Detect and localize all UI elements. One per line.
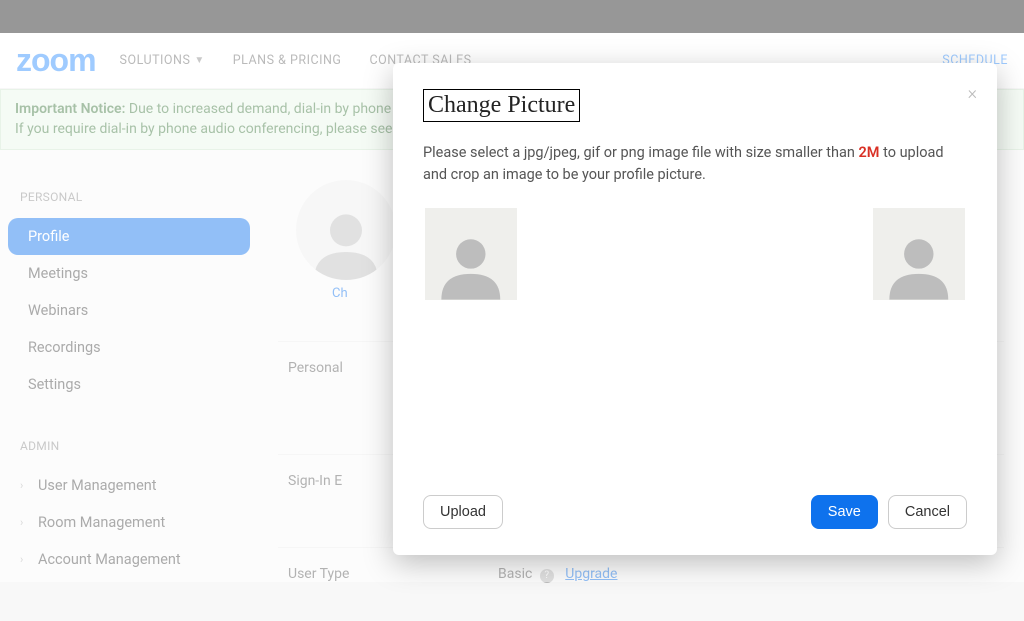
modal-footer: Upload Save Cancel [423, 495, 967, 529]
person-icon [434, 226, 508, 300]
cancel-button[interactable]: Cancel [888, 495, 967, 529]
modal-preview-row [423, 208, 967, 300]
save-button[interactable]: Save [811, 495, 878, 529]
picture-preview-small [873, 208, 965, 300]
modal-desc-a: Please select a jpg/jpeg, gif or png ima… [423, 144, 859, 161]
modal-size-limit: 2M [859, 144, 880, 161]
upload-button[interactable]: Upload [423, 495, 503, 529]
picture-preview-large [425, 208, 517, 300]
modal-description: Please select a jpg/jpeg, gif or png ima… [423, 142, 967, 186]
close-icon[interactable]: × [968, 83, 977, 104]
change-picture-modal: × Change Picture Please select a jpg/jpe… [393, 63, 997, 555]
person-icon [882, 226, 956, 300]
modal-title: Change Picture [423, 89, 580, 122]
